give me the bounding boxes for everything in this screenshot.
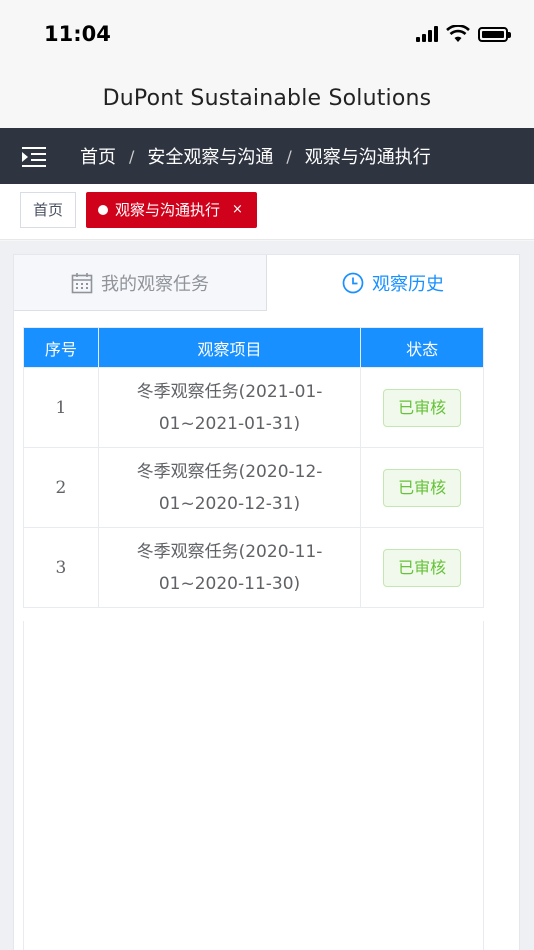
calendar-icon [71,272,93,294]
table-empty-area [23,621,484,950]
header-item: 观察项目 [97,327,362,368]
status-bar: 11:04 [0,0,534,70]
header-status: 状态 [360,327,484,368]
tab-my-tasks[interactable]: 我的观察任务 [14,255,267,311]
clock-icon [342,272,364,294]
tab-bar: 我的观察任务 观察历史 [14,255,519,311]
table-row[interactable]: 2 冬季观察任务(2020-12-01~2020-12-31) 已审核 [23,447,484,528]
status-time: 11:04 [44,22,111,46]
row-status-cell: 已审核 [360,447,484,528]
app-header: DuPont Sustainable Solutions [0,70,534,128]
tag-active[interactable]: 观察与沟通执行 × [86,192,257,228]
wifi-icon [446,25,470,42]
close-icon[interactable]: × [232,192,243,228]
breadcrumb-current: 观察与沟通执行 [304,147,431,168]
row-index: 3 [23,527,99,608]
row-item: 冬季观察任务(2020-11-01~2020-11-30) [97,527,362,608]
history-table: 序号 观察项目 状态 1 冬季观察任务(2021-01-01~2021-01-3… [23,327,484,608]
tag-home[interactable]: 首页 [20,192,77,228]
tags-view-bar: 首页 观察与沟通执行 × [0,184,534,240]
menu-fold-icon[interactable] [22,145,46,167]
status-icons [416,25,511,43]
row-index: 1 [23,367,99,448]
row-item: 冬季观察任务(2020-12-01~2020-12-31) [97,447,362,528]
tab-history[interactable]: 观察历史 [267,255,519,311]
status-badge: 已审核 [383,548,462,587]
row-status-cell: 已审核 [360,527,484,608]
breadcrumb-separator: / [286,146,292,166]
table-header-row: 序号 观察项目 状态 [23,327,484,368]
table-row[interactable]: 3 冬季观察任务(2020-11-01~2020-11-30) 已审核 [23,527,484,608]
app-title: DuPont Sustainable Solutions [102,86,432,111]
battery-icon [478,26,511,42]
tag-active-label: 观察与沟通执行 [115,201,221,219]
breadcrumb: 首页 / 安全观察与沟通 / 观察与沟通执行 [80,143,431,169]
breadcrumb-home[interactable]: 首页 [80,143,116,169]
header-index: 序号 [23,327,99,368]
row-status-cell: 已审核 [360,367,484,448]
status-badge: 已审核 [383,468,462,507]
row-item: 冬季观察任务(2021-01-01~2021-01-31) [97,367,362,448]
tab-history-label: 观察历史 [372,274,444,295]
main-content: 我的观察任务 观察历史 序号 观察项目 状态 1 冬季观察任务(2021-01-… [0,241,534,950]
table-row[interactable]: 1 冬季观察任务(2021-01-01~2021-01-31) 已审核 [23,367,484,448]
breadcrumb-safety[interactable]: 安全观察与沟通 [147,143,273,169]
nav-bar: 首页 / 安全观察与沟通 / 观察与沟通执行 [0,128,534,184]
active-dot-icon [98,205,108,215]
tab-my-tasks-label: 我的观察任务 [101,273,209,295]
row-index: 2 [23,447,99,528]
cellular-signal-icon [416,26,438,42]
breadcrumb-separator: / [129,146,135,166]
status-badge: 已审核 [383,388,462,427]
